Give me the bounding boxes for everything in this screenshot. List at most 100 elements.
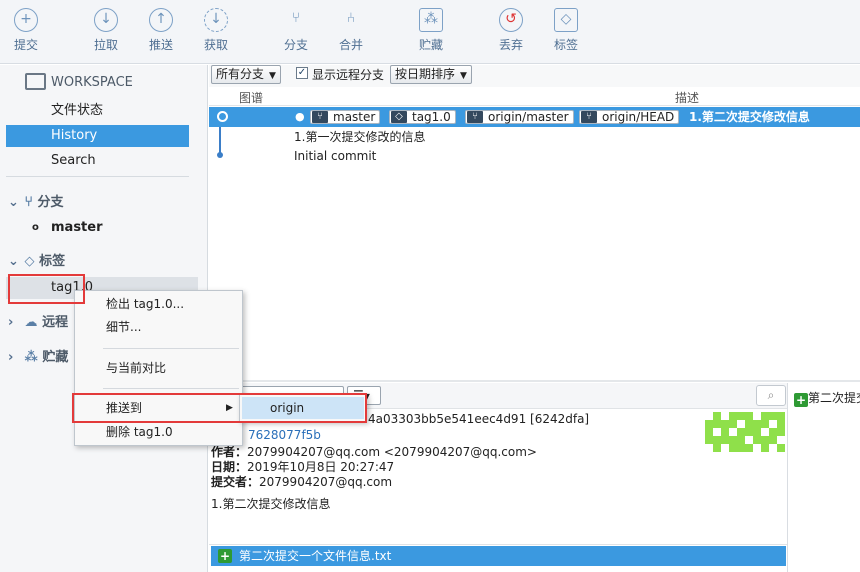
added-file-icon: + bbox=[794, 393, 808, 407]
tags-section[interactable]: ⌄ ◇ 标签 bbox=[8, 250, 65, 269]
sidebar-item-search[interactable]: Search bbox=[6, 150, 189, 172]
cloud-icon: ☁ bbox=[24, 315, 38, 330]
toolbar: + 提交 ↓ 拉取 ↑ 推送 ↓ 获取 ⑂ 分支 ⑃ 合并 ⁂ 贮藏 ↺ 丢弃 ◇ 标签 bbox=[0, 0, 860, 64]
workspace-header: WORKSPACE bbox=[51, 75, 133, 90]
stash-icon: ⁂ bbox=[419, 8, 443, 32]
show-remote-label: 显示远程分支 bbox=[312, 68, 385, 82]
commit-body: 1.第二次提交修改信息 bbox=[211, 497, 331, 511]
commit-details: 4a03303bb5e541eec4d91 [6242dfa] 7628077f… bbox=[209, 409, 787, 544]
menu-item-delete[interactable]: 删除 tag1.0 bbox=[76, 421, 241, 443]
commit-button[interactable]: + 提交 bbox=[4, 8, 48, 53]
current-branch-icon: o bbox=[32, 222, 39, 233]
graph-line bbox=[219, 127, 221, 147]
highlight-box bbox=[8, 274, 85, 304]
commit-message: Initial commit bbox=[294, 149, 377, 163]
changed-files-list: + 第二次提交一个文件信息.txt bbox=[209, 544, 787, 572]
head-marker-icon: ● bbox=[295, 110, 305, 123]
fetch-icon: ↓ bbox=[204, 8, 228, 32]
sort-dropdown[interactable]: 按日期排序 ▼ bbox=[390, 65, 472, 84]
discard-label: 丢弃 bbox=[498, 38, 523, 52]
date-label: 日期： bbox=[211, 460, 248, 474]
branch-tag-label: master bbox=[333, 110, 376, 124]
branch-icon: ⑂ bbox=[581, 111, 597, 123]
tag-button[interactable]: ◇ 标签 bbox=[544, 8, 588, 53]
dropdown-arrow-icon: ▼ bbox=[460, 71, 467, 81]
branch-icon: ⑂ bbox=[291, 10, 301, 26]
pane-splitter[interactable] bbox=[209, 380, 860, 382]
branches-section[interactable]: ⌄ ⑂ 分支 bbox=[8, 191, 63, 210]
branch-button[interactable]: ⑂ 分支 bbox=[274, 8, 318, 53]
merge-label: 合并 bbox=[338, 38, 363, 52]
stashes-section[interactable]: › ⁂ 贮藏 bbox=[8, 346, 68, 365]
filter-bar: 所有分支 ▼ ✓ 显示远程分支 按日期排序 ▼ bbox=[209, 65, 860, 87]
merge-button[interactable]: ⑃ 合并 bbox=[329, 8, 373, 53]
committer-value: 2079904207@qq.com bbox=[259, 475, 393, 489]
master-label: master bbox=[51, 220, 103, 235]
commit-message: 1.第一次提交修改的信息 bbox=[294, 130, 426, 144]
branch-icon: ⑂ bbox=[467, 111, 483, 123]
graph-node-icon bbox=[217, 152, 223, 158]
branch-filter-dropdown[interactable]: 所有分支 ▼ bbox=[211, 65, 281, 84]
chevron-right-icon: › bbox=[8, 315, 14, 330]
discard-button[interactable]: ↺ 丢弃 bbox=[489, 8, 533, 53]
push-button[interactable]: ↑ 推送 bbox=[139, 8, 183, 53]
committer-line: 提交者：2079904207@qq.com bbox=[211, 473, 392, 490]
parent-commit-link[interactable]: 7628077f5b bbox=[248, 428, 321, 442]
fetch-label: 获取 bbox=[203, 38, 228, 52]
sidebar-item-history[interactable]: History bbox=[6, 125, 189, 147]
avatar bbox=[705, 412, 785, 452]
menu-separator bbox=[103, 348, 239, 349]
graph-node-icon bbox=[217, 111, 228, 122]
dropdown-arrow-icon: ▼ bbox=[269, 71, 276, 81]
date-value: 2019年10月8日 20:27:47 bbox=[247, 460, 395, 474]
fetch-button[interactable]: ↓ 获取 bbox=[194, 8, 238, 53]
remotes-label: 远程 bbox=[42, 315, 69, 330]
file-name: 第二次提交一个文件信息.txt bbox=[239, 549, 392, 563]
monitor-icon bbox=[25, 73, 46, 90]
diff-pane: +第二次提交 bbox=[787, 383, 860, 572]
search-button[interactable]: ⌕ bbox=[756, 385, 786, 406]
plus-icon: + bbox=[14, 8, 38, 32]
commit-list-header: 图谱 描述 bbox=[209, 87, 860, 106]
file-row[interactable]: + 第二次提交一个文件信息.txt bbox=[211, 546, 786, 566]
search-icon: ⌕ bbox=[767, 388, 775, 402]
push-label: 推送 bbox=[148, 38, 173, 52]
author-value: 2079904207@qq.com <2079904207@qq.com> bbox=[247, 445, 537, 459]
diff-header: +第二次提交 bbox=[794, 389, 860, 407]
menu-separator bbox=[103, 388, 239, 389]
merge-icon: ⑃ bbox=[346, 10, 356, 26]
branch-tag-label: origin/HEAD bbox=[602, 110, 675, 124]
commit-row[interactable]: ● ⑂ master ◇ tag1.0 ⑂ origin/master ⑂ origin… bbox=[209, 107, 860, 127]
remotes-section[interactable]: › ☁ 远程 bbox=[8, 311, 68, 330]
stash-icon: ⁂ bbox=[24, 350, 38, 365]
tag-badge-tag1: ◇ tag1.0 bbox=[389, 110, 456, 124]
commit-label: 提交 bbox=[13, 38, 38, 52]
menu-item-checkout[interactable]: 检出 tag1.0... bbox=[76, 293, 241, 315]
chevron-down-icon: ⌄ bbox=[8, 195, 19, 210]
pull-button[interactable]: ↓ 拉取 bbox=[84, 8, 128, 53]
commit-row[interactable]: 1.第一次提交修改的信息 bbox=[209, 127, 860, 147]
sidebar-item-file-status[interactable]: 文件状态 bbox=[6, 100, 189, 122]
tag-badge-label: tag1.0 bbox=[412, 110, 451, 124]
graph-column-header[interactable]: 图谱 bbox=[239, 89, 263, 106]
menu-item-details[interactable]: 细节... bbox=[76, 316, 241, 338]
diff-file-title: 第二次提交 bbox=[808, 391, 860, 405]
sort-value: 按日期排序 bbox=[395, 67, 456, 81]
stash-button[interactable]: ⁂ 贮藏 bbox=[409, 8, 453, 53]
show-remote-checkbox[interactable]: ✓ bbox=[296, 67, 308, 79]
tags-label: 标签 bbox=[39, 254, 66, 269]
description-column-header[interactable]: 描述 bbox=[675, 89, 699, 106]
branch-tag-origin-master: ⑂ origin/master bbox=[465, 110, 574, 124]
commit-hash: 4a03303bb5e541eec4d91 [6242dfa] bbox=[368, 412, 590, 426]
branch-icon: ⑂ bbox=[312, 111, 328, 123]
chevron-right-icon: › bbox=[8, 350, 14, 365]
tag-icon: ◇ bbox=[554, 8, 578, 32]
commit-row[interactable]: Initial commit bbox=[209, 146, 860, 166]
author-label: 作者： bbox=[211, 445, 248, 459]
branch-tag-master: ⑂ master bbox=[310, 110, 381, 124]
menu-item-compare[interactable]: 与当前对比 bbox=[76, 357, 241, 379]
sidebar-item-master[interactable]: o master bbox=[6, 217, 189, 239]
highlight-box bbox=[72, 393, 367, 423]
discard-icon: ↺ bbox=[499, 8, 523, 32]
tag-label: 标签 bbox=[553, 38, 578, 52]
